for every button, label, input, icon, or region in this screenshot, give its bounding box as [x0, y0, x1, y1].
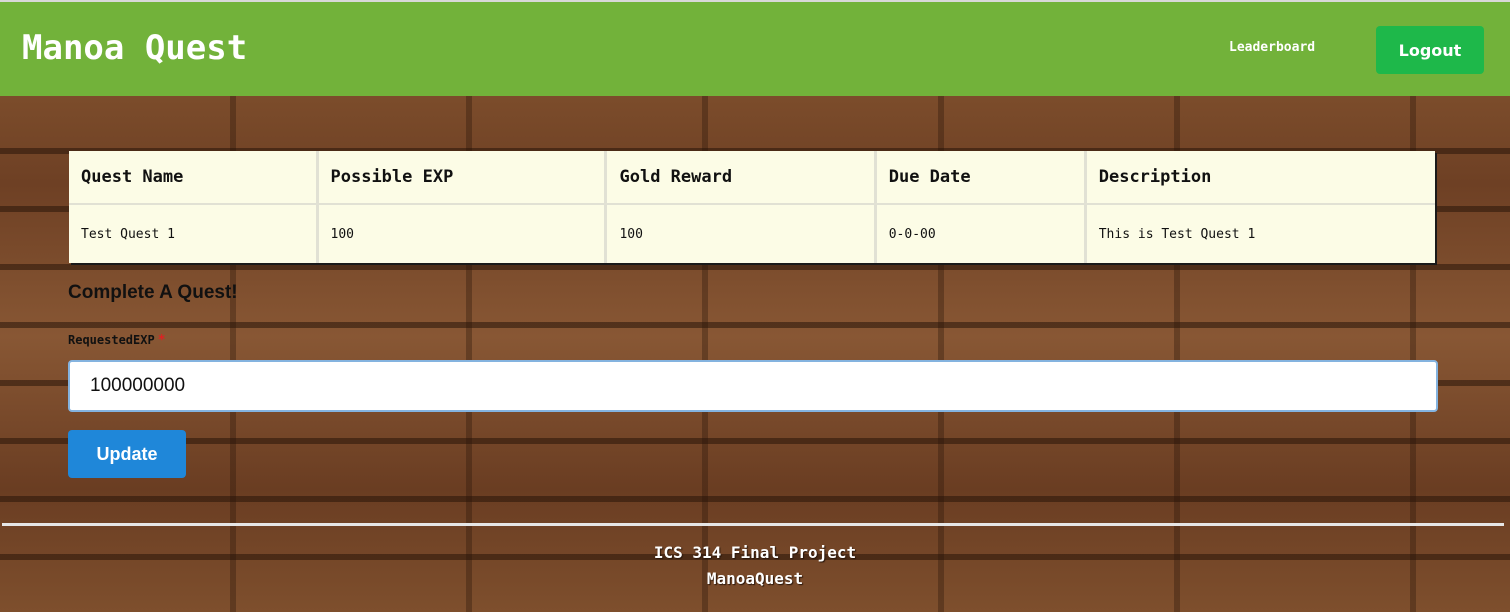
- required-marker: *: [157, 333, 166, 348]
- column-header-gold-reward: Gold Reward: [607, 151, 877, 205]
- cell-gold-reward: 100: [607, 205, 877, 263]
- logout-button[interactable]: Logout: [1376, 26, 1484, 74]
- brand-title[interactable]: Manoa Quest: [22, 28, 247, 68]
- column-header-possible-exp: Possible EXP: [318, 151, 608, 205]
- table-row: Test Quest 1 100 100 0-0-00 This is Test…: [69, 205, 1435, 263]
- form-title: Complete A Quest!: [68, 282, 238, 303]
- column-header-description: Description: [1086, 151, 1435, 205]
- top-navbar: Manoa Quest Leaderboard Logout: [0, 0, 1510, 96]
- column-header-due-date: Due Date: [876, 151, 1087, 205]
- cell-due-date: 0-0-00: [877, 205, 1087, 263]
- table-header-row: Quest Name Possible EXP Gold Reward Due …: [69, 151, 1435, 205]
- cell-quest-name: Test Quest 1: [69, 205, 319, 263]
- requested-exp-input[interactable]: [68, 360, 1438, 412]
- column-header-quest-name: Quest Name: [69, 151, 319, 205]
- requested-exp-label-text: RequestedEXP: [68, 333, 155, 347]
- footer-divider: [2, 523, 1504, 526]
- footer-project-line: ManoaQuest: [706, 569, 804, 588]
- requested-exp-label: RequestedEXP *: [68, 333, 166, 348]
- update-button[interactable]: Update: [68, 430, 186, 478]
- nav-leaderboard-link[interactable]: Leaderboard: [1229, 40, 1315, 55]
- cell-possible-exp: 100: [319, 205, 608, 263]
- quest-table: Quest Name Possible EXP Gold Reward Due …: [69, 151, 1435, 263]
- cell-description: This is Test Quest 1: [1098, 226, 1256, 242]
- footer-course-line: ICS 314 Final Project: [653, 543, 857, 562]
- footer: ICS 314 Final Project ManoaQuest: [0, 540, 1510, 592]
